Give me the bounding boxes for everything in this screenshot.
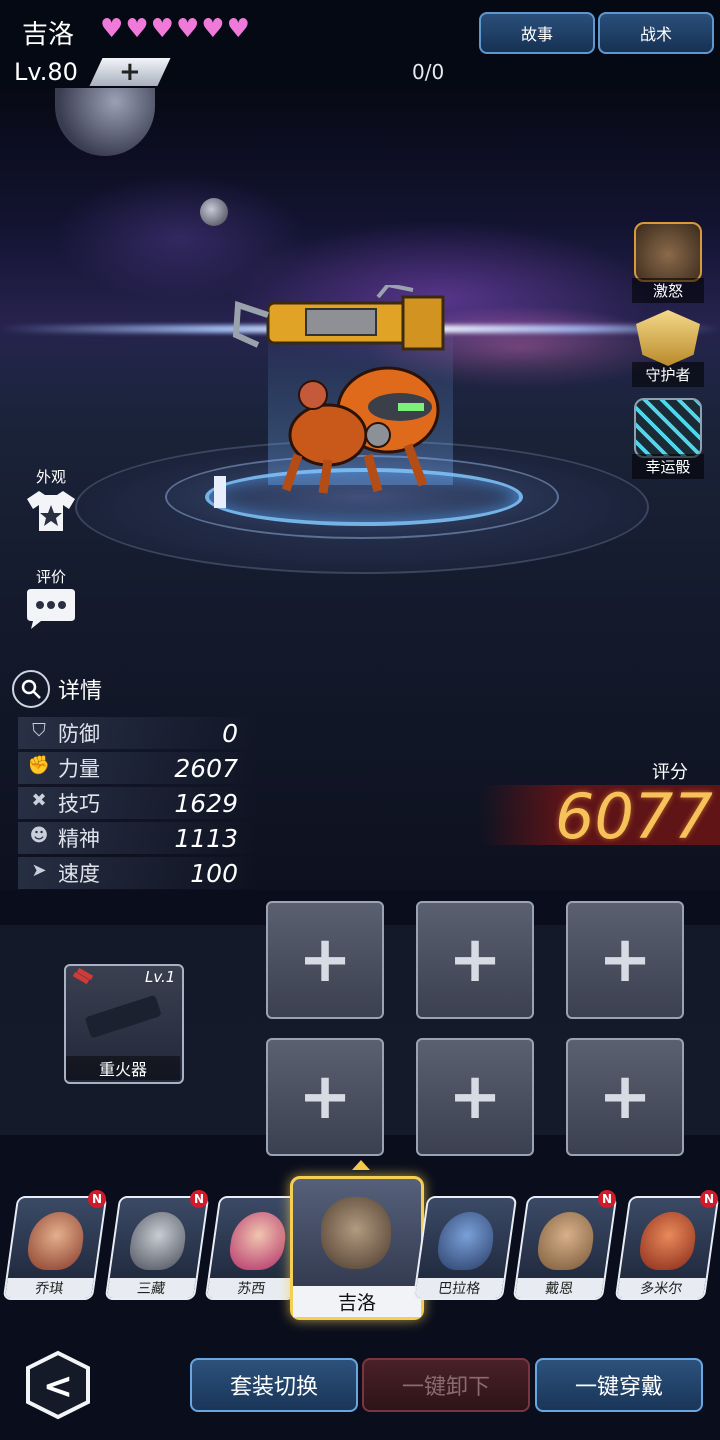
stat-label: 精神: [58, 827, 100, 851]
roster-name: 巴拉格: [414, 1278, 504, 1298]
affection-hearts: ♥ ♥ ♥ ♥ ♥ ♥: [100, 14, 250, 44]
stat-label: 技巧: [58, 792, 100, 816]
details-button[interactable]: 详情: [12, 670, 102, 708]
skill-label: 幸运骰: [632, 454, 704, 479]
stat-value: 2607: [174, 753, 238, 783]
portrait-image: [636, 1212, 700, 1270]
selection-arrow-icon: [352, 1160, 370, 1170]
heart-icon: ♥: [125, 14, 149, 44]
skill-rage[interactable]: 激怒: [632, 222, 704, 303]
stat-value: 1629: [174, 788, 238, 818]
equip-slot-arm[interactable]: +: [566, 901, 684, 1019]
heart-icon: ♥: [175, 14, 200, 44]
plus-icon: +: [298, 923, 352, 997]
roster-name: 乔琪: [4, 1278, 94, 1298]
fist-icon: ✊: [27, 755, 51, 776]
roster-name: 吉洛: [293, 1286, 421, 1317]
tools-icon: ✖: [31, 790, 47, 811]
speed-icon: ➤: [31, 860, 47, 881]
dice-icon: [634, 398, 702, 458]
skill-guardian[interactable]: 守护者: [632, 310, 704, 387]
chat-bubble-icon: [27, 589, 75, 629]
details-label: 详情: [58, 679, 103, 704]
plus-icon: +: [298, 1060, 352, 1134]
heart-icon: ♥: [226, 14, 250, 44]
guardian-emblem-icon: [636, 310, 700, 366]
exp-counter: 0/0: [412, 60, 445, 84]
heart-icon: ♥: [100, 14, 124, 44]
roster-card[interactable]: 三藏: [104, 1196, 210, 1300]
character-model[interactable]: [228, 285, 458, 495]
new-badge: N: [190, 1190, 208, 1208]
portrait-image: [24, 1212, 88, 1270]
portrait-image: [126, 1212, 190, 1270]
portrait-image: [321, 1197, 391, 1269]
head-icon: ☻: [29, 825, 49, 846]
stat-value: 0: [222, 718, 238, 748]
stat-row-defense: ⛉ 防御 0: [18, 717, 258, 749]
shield-icon: ⛉: [32, 720, 46, 741]
skill-lucky-dice[interactable]: 幸运骰: [632, 398, 704, 479]
review-button[interactable]: 评价: [20, 566, 82, 635]
level-up-button[interactable]: +: [89, 57, 171, 87]
plus-icon: +: [598, 1060, 652, 1134]
plus-icon: +: [448, 1060, 502, 1134]
story-button[interactable]: 故事: [479, 12, 595, 54]
unequip-all-button[interactable]: 一键卸下: [362, 1358, 530, 1412]
weapon-level: Lv.1: [145, 968, 176, 986]
roster-name: 多米尔: [616, 1278, 706, 1298]
heart-icon: ♥: [201, 14, 225, 44]
new-badge: N: [598, 1190, 616, 1208]
equip-all-button[interactable]: 一键穿戴: [535, 1358, 703, 1412]
back-button[interactable]: <: [25, 1350, 91, 1420]
new-badge: N: [88, 1190, 106, 1208]
appearance-label: 外观: [35, 468, 66, 486]
character-level: Lv.80: [14, 58, 78, 86]
roster-card-selected[interactable]: 吉洛: [290, 1176, 424, 1320]
roster-name: 三藏: [106, 1278, 196, 1298]
stat-row-speed: ➤ 速度 100: [18, 857, 258, 889]
heart-icon: ♥: [150, 14, 174, 44]
search-icon: [12, 670, 50, 708]
portrait-image: [434, 1212, 498, 1270]
stat-label: 力量: [58, 757, 100, 781]
equip-slot-armor[interactable]: +: [416, 1038, 534, 1156]
stat-label: 速度: [58, 862, 100, 886]
equip-slot-accessory[interactable]: +: [266, 1038, 384, 1156]
stat-value: 1113: [174, 823, 238, 853]
roster-card[interactable]: 多米尔: [614, 1196, 720, 1300]
equip-slot-body[interactable]: +: [416, 901, 534, 1019]
chevron-left-icon: <: [43, 1366, 73, 1407]
equip-slot-boots[interactable]: +: [566, 1038, 684, 1156]
character-name: 吉洛: [22, 20, 75, 50]
review-label: 评价: [35, 568, 66, 586]
stat-row-strength: ✊ 力量 2607: [18, 752, 258, 784]
platform-marker: [214, 476, 226, 508]
portrait-image: [534, 1212, 598, 1270]
plus-icon: +: [448, 923, 502, 997]
roster-name: 苏西: [206, 1278, 296, 1298]
appearance-button[interactable]: 外观: [20, 466, 82, 537]
portrait-image: [226, 1212, 290, 1270]
equip-slot-head[interactable]: +: [266, 901, 384, 1019]
stat-label: 防御: [58, 722, 100, 746]
moon-image: [200, 198, 228, 226]
plus-icon: +: [598, 923, 652, 997]
roster-name: 戴恩: [514, 1278, 604, 1298]
score-value: 6077: [555, 780, 713, 853]
roster-card[interactable]: 巴拉格: [412, 1196, 518, 1300]
roster-card[interactable]: 乔琪: [2, 1196, 108, 1300]
stat-row-skill: ✖ 技巧 1629: [18, 787, 258, 819]
roster-card[interactable]: 戴恩: [512, 1196, 618, 1300]
skill-label: 激怒: [632, 278, 704, 303]
tactics-button[interactable]: 战术: [598, 12, 714, 54]
pug-face-icon: [634, 222, 702, 282]
weapon-name: 重火器: [66, 1056, 180, 1080]
stat-row-spirit: ☻ 精神 1113: [18, 822, 258, 854]
stat-value: 100: [190, 858, 238, 888]
set-switch-button[interactable]: 套装切换: [190, 1358, 358, 1412]
new-badge: N: [700, 1190, 718, 1208]
shirt-icon: [27, 491, 75, 531]
plus-icon: +: [119, 57, 141, 87]
